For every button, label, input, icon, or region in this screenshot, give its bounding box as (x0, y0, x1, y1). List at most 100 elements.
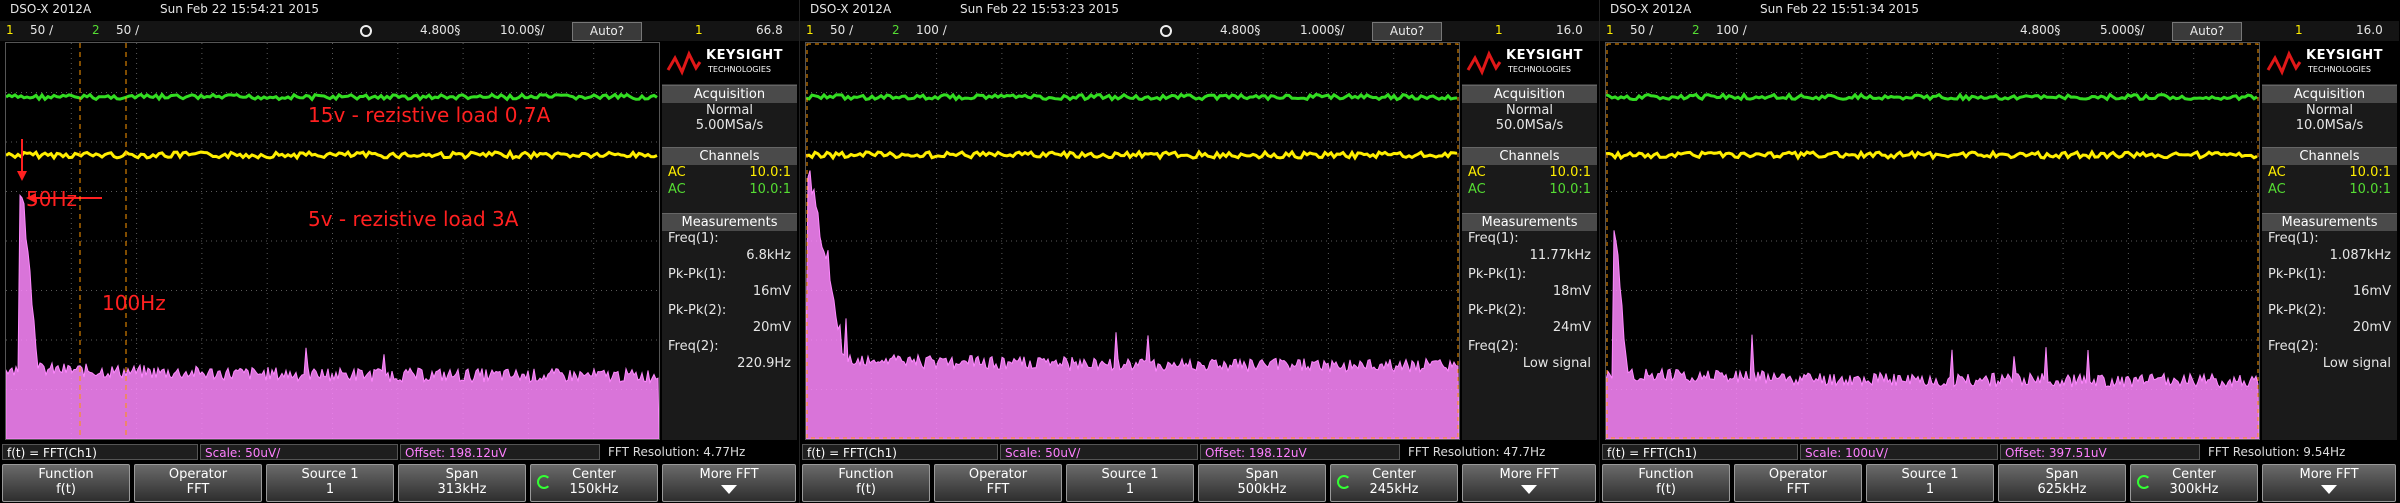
center-softkey[interactable]: Center 150kHz (530, 464, 658, 502)
source-softkey[interactable]: Source 11 (1066, 464, 1194, 502)
softkey-title: Function (38, 467, 94, 482)
measurement-value: 20mV (2352, 320, 2391, 335)
measurement-value: 24mV (1552, 320, 1591, 335)
ch2-scale[interactable]: 100 ∕ (1716, 23, 1747, 37)
measurement-label: Pk-Pk(2): (1468, 303, 1527, 318)
softkey-title: Span (2045, 467, 2079, 482)
softkey-value: f(t) (856, 482, 876, 497)
fft-status-bar: f(t) = FFT(Ch1) Scale: 50uV/ Offset: 198… (800, 443, 1599, 462)
entry-knob-icon (1337, 475, 1351, 489)
timebase-scale[interactable]: 1.000§/ (1300, 23, 1344, 37)
trigger-mode-button[interactable]: Auto? (572, 22, 642, 41)
channels-header: Channels (1462, 147, 1597, 165)
span-softkey[interactable]: Span 500kHz (1198, 464, 1326, 502)
capture-date: Sun Feb 22 15:51:34 2015 (1760, 2, 1920, 16)
annotation-15v: 15v - rezistive load 0,7A (308, 103, 551, 127)
trigger-level: 16.0 (2356, 23, 2383, 37)
center-softkey[interactable]: Center 300kHz (2130, 464, 2258, 502)
acquisition-header: Acquisition (1462, 85, 1597, 103)
center-softkey[interactable]: Center 245kHz (1330, 464, 1458, 502)
measurement-2: Pk-Pk(1): 18mV (1462, 267, 1597, 303)
measurement-value: 11.77kHz (1529, 248, 1591, 263)
waveform-display (805, 42, 1460, 440)
trigger-mode-button[interactable]: Auto? (2172, 22, 2242, 41)
source-softkey[interactable]: Source 11 (1866, 464, 1994, 502)
ch2-scale[interactable]: 50 ∕ (116, 23, 139, 37)
more-fft-softkey[interactable]: More FFT (662, 464, 796, 502)
function-softkey[interactable]: Function f(t) (1602, 464, 1730, 502)
softkey-value: FFT (986, 482, 1010, 497)
fft-offset: Offset: 198.12uV (1200, 444, 1400, 460)
fft-resolution: FFT Resolution: 47.7Hz (1408, 445, 1546, 459)
channel-status-bar: 1 50 ∕ 2 100 ∕ 4.800§ 1.000§/ Auto? 1 16… (800, 21, 1599, 41)
ch1-number[interactable]: 1 (1606, 23, 1614, 37)
model-name: DSO-X 2012A (810, 2, 892, 16)
measurement-2: Pk-Pk(1): 16mV (662, 267, 797, 303)
measurement-value: 6.8kHz (746, 248, 791, 263)
measurement-value: 220.9Hz (737, 356, 791, 371)
measurement-value: Low signal (2322, 356, 2391, 371)
gear-icon[interactable] (1160, 25, 1172, 37)
scope-screenshot-1: DSO-X 2012A Sun Feb 22 15:54:21 2015 1 5… (0, 0, 799, 503)
span-softkey[interactable]: Span 313kHz (398, 464, 526, 502)
timebase-delay[interactable]: 4.800§ (2020, 23, 2060, 37)
ch1-number[interactable]: 1 (6, 23, 14, 37)
softkey-value: FFT (1786, 482, 1810, 497)
more-fft-softkey[interactable]: More FFT (1462, 464, 1596, 502)
timebase-delay[interactable]: 4.800§ (1220, 23, 1260, 37)
operator-softkey[interactable]: Operator FFT (134, 464, 262, 502)
softkey-title: More FFT (1499, 467, 1559, 482)
ch1-scale[interactable]: 50 ∕ (30, 23, 53, 37)
source-softkey[interactable]: Source 11 (266, 464, 394, 502)
operator-softkey[interactable]: Operator FFT (1734, 464, 1862, 502)
ch1-scale[interactable]: 50 ∕ (1630, 23, 1653, 37)
arrow-down-icon (721, 485, 737, 494)
ch2-trace (6, 92, 658, 102)
channel-row-1: AC 10.0:1 (1462, 165, 1597, 182)
ch2-scale[interactable]: 100 ∕ (916, 23, 947, 37)
gear-icon[interactable] (360, 25, 372, 37)
measurement-label: Pk-Pk(2): (2268, 303, 2327, 318)
brand-name: KEYSIGHT (1506, 48, 1583, 63)
operator-softkey[interactable]: Operator FFT (934, 464, 1062, 502)
measurement-3: Pk-Pk(2): 20mV (2262, 303, 2397, 339)
ch1-coupling: AC (2268, 165, 2286, 180)
model-name: DSO-X 2012A (10, 2, 92, 16)
sample-rate: 10.0MSa/s (2295, 118, 2364, 133)
measurements-header: Measurements (2262, 213, 2397, 231)
softkey-title: Span (1245, 467, 1279, 482)
acquisition-mode: Normal (705, 103, 754, 118)
timebase-scale[interactable]: 5.000§/ (2100, 23, 2144, 37)
softkey-value: f(t) (1656, 482, 1676, 497)
ch2-number[interactable]: 2 (92, 23, 100, 37)
softkey-title: Source 1 (301, 467, 359, 482)
trigger-mode-button[interactable]: Auto? (1372, 22, 1442, 41)
channel-row-2: AC 10.0:1 (662, 182, 797, 199)
more-fft-softkey[interactable]: More FFT (2262, 464, 2396, 502)
softkey-title: Operator (1768, 467, 1828, 482)
acquisition-header: Acquisition (2262, 85, 2397, 103)
measurement-label: Pk-Pk(2): (668, 303, 727, 318)
channel-status-bar: 1 50 ∕ 2 50 ∕ 4.800§ 10.00§/ Auto? 1 66.… (0, 21, 799, 41)
function-softkey[interactable]: Function f(t) (2, 464, 130, 502)
trigger-level: 66.8 (756, 23, 783, 37)
softkey-value: 313kHz (437, 482, 487, 497)
ch2-number[interactable]: 2 (892, 23, 900, 37)
softkey-value: 625kHz (2037, 482, 2087, 497)
function-softkey[interactable]: Function f(t) (802, 464, 930, 502)
timebase-scale[interactable]: 10.00§/ (500, 23, 544, 37)
arrow-50hz-head (17, 171, 27, 181)
entry-knob-icon (2137, 475, 2151, 489)
ch1-number[interactable]: 1 (806, 23, 814, 37)
timebase-delay[interactable]: 4.800§ (420, 23, 460, 37)
fft-scale: Scale: 50uV/ (1000, 444, 1198, 460)
span-softkey[interactable]: Span 625kHz (1998, 464, 2126, 502)
measurement-value: 16mV (2352, 284, 2391, 299)
softkey-bar: Function f(t) Operator FFT Source 11 Span 5… (800, 463, 1599, 503)
measurement-label: Freq(1): (668, 231, 719, 246)
title-bar: DSO-X 2012A Sun Feb 22 15:51:34 2015 (1600, 0, 2399, 20)
ch1-scale[interactable]: 50 ∕ (830, 23, 853, 37)
capture-date: Sun Feb 22 15:53:23 2015 (960, 2, 1120, 16)
brand-name: KEYSIGHT (2306, 48, 2383, 63)
ch2-number[interactable]: 2 (1692, 23, 1700, 37)
